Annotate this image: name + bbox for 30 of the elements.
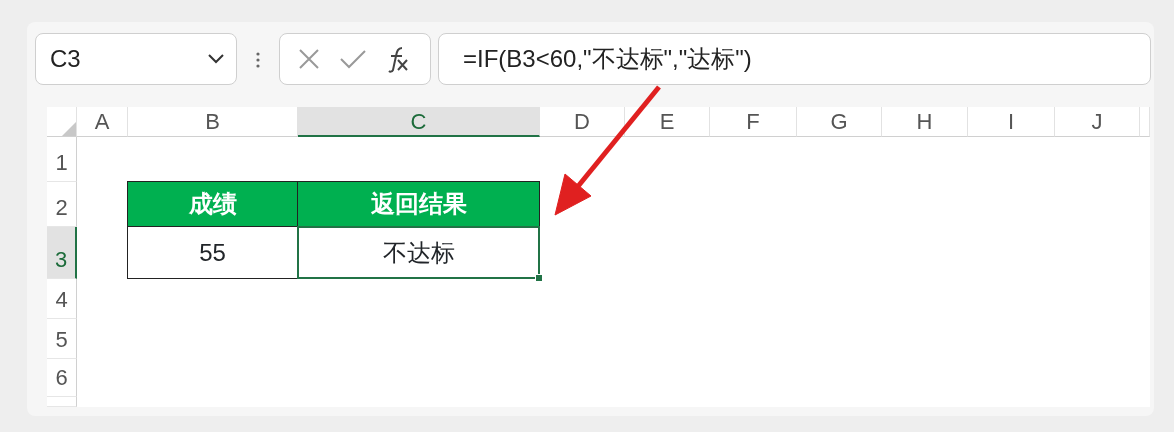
column-header[interactable]: F <box>710 107 797 137</box>
confirm-icon[interactable] <box>339 49 367 69</box>
formula-field[interactable]: =IF(B3<60,"不达标","达标") <box>438 33 1151 85</box>
row-header[interactable]: 6 <box>47 359 77 397</box>
column-header[interactable]: E <box>625 107 710 137</box>
column-header[interactable]: C <box>298 107 540 137</box>
row-header[interactable]: 4 <box>47 279 77 319</box>
cell-reference: C3 <box>50 44 81 74</box>
column-header[interactable]: G <box>797 107 882 137</box>
row-header[interactable] <box>47 397 77 407</box>
more-icon[interactable] <box>256 50 260 69</box>
row-header[interactable]: 2 <box>47 182 77 227</box>
column-header[interactable]: A <box>77 107 128 137</box>
column-header[interactable]: D <box>540 107 625 137</box>
column-header[interactable]: I <box>968 107 1055 137</box>
cancel-icon[interactable] <box>297 48 320 70</box>
name-box[interactable]: C3 <box>35 33 237 85</box>
column-header[interactable] <box>1140 107 1150 137</box>
table-cell: 不达标 <box>297 226 540 279</box>
table-cell: 55 <box>127 226 298 279</box>
row-header[interactable]: 5 <box>47 319 77 359</box>
caret-icon[interactable] <box>208 54 224 64</box>
column-header[interactable]: B <box>128 107 298 137</box>
row-header[interactable]: 1 <box>47 137 77 182</box>
fill-handle[interactable] <box>535 274 543 282</box>
column-header[interactable]: H <box>882 107 968 137</box>
column-header[interactable]: J <box>1055 107 1140 137</box>
table-header-cell: 成绩 <box>127 181 298 227</box>
row-header[interactable]: 3 <box>47 227 77 279</box>
table-header-cell: 返回结果 <box>297 181 540 227</box>
